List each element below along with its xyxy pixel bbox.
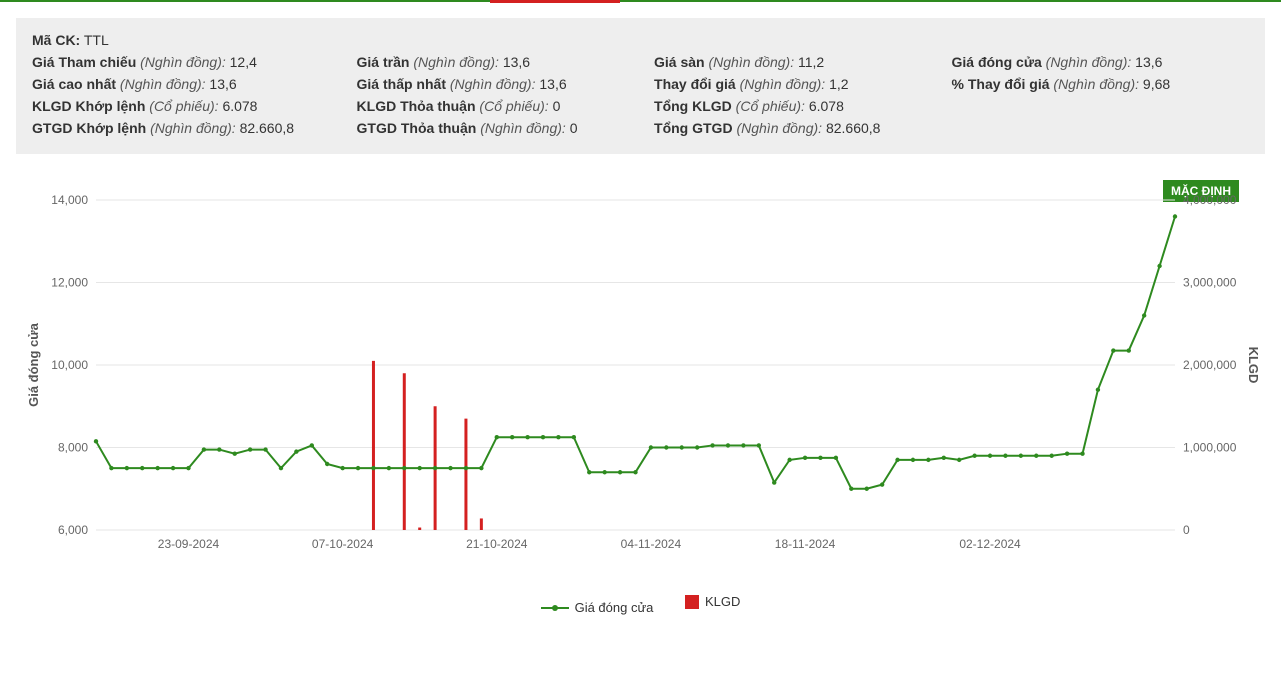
- close-label: Giá đóng cửa: [952, 54, 1042, 70]
- svg-text:2,000,000: 2,000,000: [1183, 358, 1237, 372]
- pct-value: 9,68: [1143, 76, 1170, 92]
- vol-put-unit: (Cổ phiếu):: [479, 98, 548, 114]
- pct-unit: (Nghìn đồng):: [1053, 76, 1139, 92]
- val-put-unit: (Nghìn đồng):: [480, 120, 566, 136]
- vol-match-unit: (Cổ phiếu):: [149, 98, 218, 114]
- floor-value: 11,2: [798, 54, 824, 70]
- floor-label: Giá sàn: [654, 54, 705, 70]
- val-put-label: GTGD Thỏa thuận: [357, 120, 477, 136]
- high-unit: (Nghìn đồng):: [120, 76, 206, 92]
- legend-line-label: Giá đóng cửa: [575, 600, 654, 615]
- ceiling-label: Giá trần: [357, 54, 410, 70]
- svg-text:KLGD: KLGD: [1246, 347, 1261, 384]
- ceiling-value: 13,6: [503, 54, 530, 70]
- svg-text:0: 0: [1183, 523, 1190, 537]
- high-label: Giá cao nhất: [32, 76, 116, 92]
- vol-match-value: 6.078: [222, 98, 257, 114]
- val-total-label: Tổng GTGD: [654, 120, 733, 136]
- ref-price-unit: (Nghìn đồng):: [140, 54, 226, 70]
- svg-text:02-12-2024: 02-12-2024: [959, 537, 1021, 551]
- val-total-unit: (Nghìn đồng):: [736, 120, 822, 136]
- floor-unit: (Nghìn đồng):: [709, 54, 795, 70]
- close-value: 13,6: [1135, 54, 1162, 70]
- vol-match-label: KLGD Khớp lệnh: [32, 98, 145, 114]
- chart-legend: Giá đóng cửa KLGD: [16, 594, 1265, 615]
- vol-total-unit: (Cổ phiếu):: [736, 98, 805, 114]
- svg-text:23-09-2024: 23-09-2024: [158, 537, 220, 551]
- stock-info-panel: Mã CK: TTL Giá Tham chiếu (Nghìn đồng): …: [16, 18, 1265, 154]
- price-volume-chart: 6,000 8,000 10,000 12,000 14,000 0 1,000,000 2,…: [16, 170, 1265, 570]
- low-unit: (Nghìn đồng):: [450, 76, 536, 92]
- svg-text:18-11-2024: 18-11-2024: [775, 537, 836, 551]
- vol-total-label: Tổng KLGD: [654, 98, 732, 114]
- change-label: Thay đổi giá: [654, 76, 736, 92]
- legend-line-sample-icon: [541, 607, 569, 609]
- svg-text:1,000,000: 1,000,000: [1183, 441, 1237, 455]
- val-match-label: GTGD Khớp lệnh: [32, 120, 146, 136]
- val-match-unit: (Nghìn đồng):: [150, 120, 236, 136]
- change-unit: (Nghìn đồng):: [740, 76, 826, 92]
- val-total-value: 82.660,8: [826, 120, 881, 136]
- svg-text:21-10-2024: 21-10-2024: [466, 537, 528, 551]
- svg-text:14,000: 14,000: [51, 193, 88, 207]
- vol-total-value: 6.078: [809, 98, 844, 114]
- vol-put-label: KLGD Thỏa thuận: [357, 98, 476, 114]
- svg-text:3,000,000: 3,000,000: [1183, 276, 1237, 290]
- val-match-value: 82.660,8: [240, 120, 295, 136]
- vol-put-value: 0: [553, 98, 561, 114]
- svg-text:6,000: 6,000: [58, 523, 88, 537]
- svg-text:4,000,000: 4,000,000: [1183, 193, 1237, 207]
- legend-bar-sample-icon: [685, 595, 699, 609]
- svg-text:07-10-2024: 07-10-2024: [312, 537, 374, 551]
- ticker-label: Mã CK:: [32, 32, 80, 48]
- top-accent-red: [490, 0, 620, 3]
- change-value: 1,2: [829, 76, 848, 92]
- svg-text:10,000: 10,000: [51, 358, 88, 372]
- chart-container: MẶC ĐỊNH 6,0008,00010,00012,00014,00001,…: [16, 170, 1265, 615]
- high-value: 13,6: [209, 76, 236, 92]
- ceiling-unit: (Nghìn đồng):: [413, 54, 499, 70]
- ticker-value: TTL: [84, 32, 109, 48]
- legend-line-item: Giá đóng cửa: [541, 600, 654, 615]
- svg-text:Giá đóng cửa: Giá đóng cửa: [26, 322, 41, 407]
- ref-price-value: 12,4: [230, 54, 257, 70]
- pct-label: % Thay đổi giá: [952, 76, 1050, 92]
- ref-price-label: Giá Tham chiếu: [32, 54, 136, 70]
- low-label: Giá thấp nhất: [357, 76, 446, 92]
- val-put-value: 0: [570, 120, 578, 136]
- svg-text:04-11-2024: 04-11-2024: [621, 537, 682, 551]
- low-value: 13,6: [539, 76, 566, 92]
- close-unit: (Nghìn đồng):: [1046, 54, 1132, 70]
- svg-text:12,000: 12,000: [51, 276, 88, 290]
- top-accent-bar: [0, 0, 1281, 2]
- svg-text:8,000: 8,000: [58, 441, 88, 455]
- legend-bar-item: KLGD: [685, 594, 740, 609]
- legend-bar-label: KLGD: [705, 594, 740, 609]
